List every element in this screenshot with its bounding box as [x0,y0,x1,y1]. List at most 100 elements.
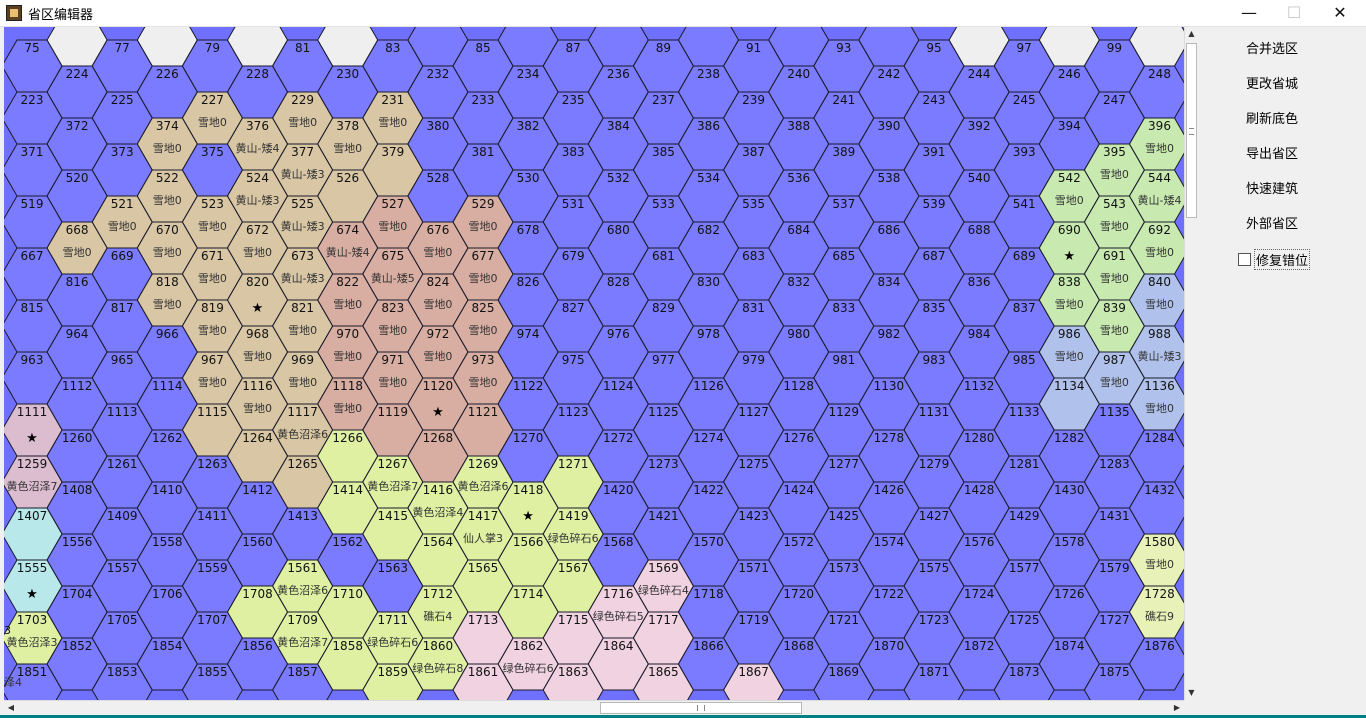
maximize-button[interactable]: ☐ [1271,0,1317,26]
hex-id-label: 1709 [287,613,318,627]
hex-id-label: 1569 [648,561,679,575]
hex-id-label: 1275 [738,457,769,471]
hex-terrain-label: 黄山-矮3 [281,167,325,181]
hex-id-label: 388 [787,119,810,133]
hex-terrain-label: 雪地0 [63,246,92,259]
hex-id-label: 1869 [829,665,860,679]
window-title: 省区编辑器 [28,8,94,23]
hex-id-label: 1416 [423,483,454,497]
hex-terrain-label: 雪地0 [1100,272,1129,285]
hex-map-grid[interactable]: 7576777879808182838485868788899091929394… [4,27,1184,700]
hex-terrain-label: 雪地0 [243,350,272,363]
hex-id-label: 240 [787,67,810,81]
hex-id-label: 823 [381,301,404,315]
hex-terrain-label: 绿色碎石6 [503,661,554,675]
hex-id-label: 1566 [513,535,544,549]
hex-id-label: 831 [742,301,765,315]
hex-id-label: 232 [426,67,449,81]
hex-id-label: 1705 [107,613,138,627]
scroll-up-arrow-icon[interactable]: ▲ [1185,27,1198,41]
hex-id-label: 384 [607,119,630,133]
hex-id-label: 1122 [513,379,544,393]
hex-terrain-label: 黄色沼泽6 [277,427,328,441]
hex-id-label: 395 [1103,145,1126,159]
horizontal-scroll-thumb[interactable] [600,702,802,714]
hex-id-label: 390 [877,119,900,133]
quick-build-button[interactable]: 快速建筑 [1246,178,1298,197]
hex-id-label: 1570 [693,535,724,549]
scroll-left-arrow-icon[interactable]: ◀ [4,701,18,715]
hex-id-label: 821 [291,301,314,315]
hex-id-label: 1268 [423,431,454,445]
hex-id-label: 242 [877,67,900,81]
hex-id-label: 829 [652,301,675,315]
hex-terrain-label: 雪地0 [469,220,498,233]
hex-id-label: 692 [1148,223,1171,237]
hex-id-label: 976 [607,327,630,341]
hex-id-label: 1131 [919,405,950,419]
minimize-button[interactable]: — [1226,0,1272,26]
hex-id-label: 1261 [107,457,138,471]
hex-terrain-label: 雪地0 [153,246,182,259]
hex-id-label: 248 [1148,67,1171,81]
hex-id-label: 536 [787,171,810,185]
merge-selection-button[interactable]: 合并选区 [1246,38,1298,57]
hex-id-label: 1857 [287,665,318,679]
horizontal-scrollbar[interactable]: ◀ ▶ [4,700,1184,715]
hex-id-label: 1856 [242,639,273,653]
hex-id-label: 80 [250,27,265,29]
hex-id-label: 1575 [919,561,950,575]
hex-id-label: 375 [201,145,224,159]
change-capital-button[interactable]: 更改省城 [1246,73,1298,92]
hex-terrain-label: 绿色碎石4 [638,583,689,597]
hex-id-label: 230 [336,67,359,81]
hex-id-label: 1559 [197,561,228,575]
hex-terrain-label: 仙人掌3 [463,531,503,545]
hex-terrain-label: 黄山-矮3 [281,271,325,285]
hex-id-label: 94 [881,27,896,29]
hex-id-label: 224 [66,67,89,81]
checkbox-box[interactable] [1238,253,1251,266]
hex-terrain-label: 雪地0 [198,324,227,337]
hex-id-label: 530 [517,171,540,185]
hex-id-label: 1871 [919,665,950,679]
hex-id-label: 382 [517,119,540,133]
external-province-button[interactable]: 外部省区 [1246,213,1298,232]
hex-id-label: 1707 [197,613,228,627]
hex-id-label: 98 [1062,27,1077,29]
hex-terrain-label: 雪地0 [1145,558,1174,571]
hex-id-label: 1872 [964,639,995,653]
scroll-down-arrow-icon[interactable]: ▼ [1185,686,1198,700]
close-button[interactable]: ✕ [1317,0,1363,26]
scroll-right-arrow-icon[interactable]: ▶ [1170,701,1184,715]
hex-id-label: 680 [607,223,630,237]
hex-id-label: 686 [877,223,900,237]
hex-id-label: 1262 [152,431,183,445]
hex-id-label: 1565 [468,561,499,575]
hex-id-label: 539 [923,197,946,211]
hex-id-label: 1722 [874,587,905,601]
hex-terrain-label: 雪地0 [153,142,182,155]
refresh-base-color-button[interactable]: 刷新底色 [1246,108,1298,127]
hex-id-label: 837 [1013,301,1036,315]
hex-map-canvas[interactable]: 7576777879808182838485868788899091929394… [4,27,1184,700]
hex-id-label: 970 [336,327,359,341]
hex-id-label: 676 [426,223,449,237]
fix-offset-label: 修复错位 [1254,249,1311,270]
hex-id-label: 1265 [287,457,318,471]
fix-offset-checkbox[interactable]: 修复错位 [1238,249,1311,270]
vertical-scroll-thumb[interactable] [1186,43,1197,218]
hex-id-label: 1117 [287,405,318,419]
vertical-scrollbar[interactable]: ▲ ▼ [1184,27,1198,700]
hex-id-label: 978 [697,327,720,341]
hex-id-label: 824 [426,275,449,289]
hex-id-label: 1564 [423,535,454,549]
hex-id-label: 1571 [738,561,769,575]
hex-id-label: 1580 [1144,535,1175,549]
hex-id-label: 1279 [919,457,950,471]
hex-id-label: 1281 [1009,457,1040,471]
hex-id-label: 229 [291,93,314,107]
hex-id-label: 1728 [1144,587,1175,601]
export-province-button[interactable]: 导出省区 [1246,143,1298,162]
hex-id-label: 1273 [648,457,679,471]
